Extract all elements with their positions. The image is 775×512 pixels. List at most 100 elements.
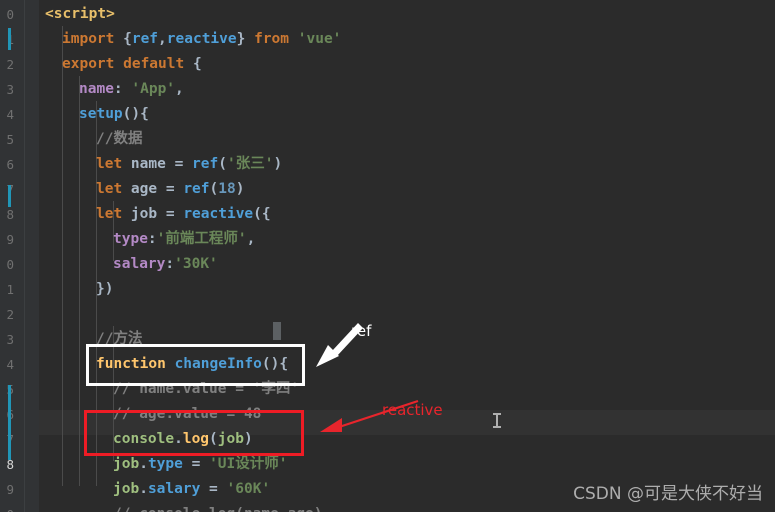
- code-token: .: [139, 456, 148, 472]
- code-token: age: [130, 181, 166, 197]
- code-token: //数据: [96, 131, 143, 147]
- code-token: ): [243, 431, 253, 447]
- code-token: 'App': [131, 81, 176, 97]
- code-token: export: [62, 56, 124, 72]
- code-line[interactable]: <script>: [45, 2, 115, 27]
- code-token: salary: [113, 256, 166, 272]
- line-number-gutter[interactable]: 0123456789012345678901: [0, 0, 24, 512]
- code-token: :: [113, 81, 132, 97]
- line-number: 1: [0, 27, 14, 52]
- ref-annotation-label: ref: [351, 322, 372, 340]
- line-number: 2: [6, 307, 14, 322]
- code-line[interactable]: job.salary = '60K': [113, 477, 270, 502]
- code-token: :: [165, 256, 175, 272]
- code-token: }: [236, 31, 255, 47]
- line-number: 5: [0, 377, 14, 402]
- code-token: default: [123, 56, 193, 72]
- code-token: job: [217, 431, 244, 447]
- code-token: name: [130, 156, 175, 172]
- code-line[interactable]: function changeInfo(){: [96, 352, 288, 377]
- code-token: import: [62, 31, 124, 47]
- code-token: ref: [131, 31, 159, 47]
- line-number: 2: [6, 57, 14, 72]
- line-number: 5: [6, 132, 14, 147]
- code-line[interactable]: // age.value = 48: [113, 402, 261, 427]
- code-line[interactable]: }): [96, 277, 113, 302]
- code-token: '张三': [226, 156, 274, 172]
- code-editor-screenshot: 0123456789012345678901 <script>import {r…: [0, 0, 775, 512]
- code-line[interactable]: //方法: [96, 327, 142, 352]
- line-number: 0: [0, 502, 14, 512]
- line-number: 8: [6, 457, 14, 472]
- code-token: .: [174, 431, 183, 447]
- code-token: let: [96, 156, 131, 172]
- code-token: type: [113, 231, 148, 247]
- code-line[interactable]: // console.log(name,age): [113, 502, 323, 512]
- code-token: changeInfo: [174, 356, 262, 372]
- code-line[interactable]: export default {: [62, 52, 202, 77]
- code-token: salary: [147, 481, 201, 497]
- code-line[interactable]: // name.value = '李四': [113, 377, 299, 402]
- code-token: '前端工程师': [156, 231, 247, 247]
- code-token: let: [96, 206, 131, 222]
- watermark-text: CSDN @可是大侠不好当: [573, 484, 763, 504]
- line-number: 9: [6, 482, 14, 497]
- code-token: // name.value = '李四': [113, 381, 300, 397]
- code-line[interactable]: //数据: [96, 127, 142, 152]
- code-token: log: [182, 431, 210, 447]
- code-line[interactable]: import {ref,reactive} from 'vue': [62, 27, 341, 52]
- indent-guide: [79, 76, 80, 486]
- text-caret: [273, 322, 281, 340]
- gutter-change-marker: [8, 28, 11, 50]
- code-token: (: [218, 156, 227, 172]
- code-line[interactable]: let age = ref(18): [96, 177, 244, 202]
- code-token: =: [165, 181, 184, 197]
- code-token: ,: [246, 231, 256, 247]
- code-token: reactive: [183, 206, 254, 222]
- code-token: 'vue': [297, 31, 342, 47]
- code-line[interactable]: setup(){: [79, 102, 149, 127]
- line-number: 9: [6, 232, 14, 247]
- code-line[interactable]: type:'前端工程师',: [113, 227, 255, 252]
- code-token: '30K': [174, 256, 218, 272]
- line-number: 8: [6, 207, 14, 222]
- line-number: 4: [6, 107, 14, 122]
- line-number: 3: [6, 332, 14, 347]
- line-number: 0: [6, 257, 14, 272]
- code-token: //方法: [96, 331, 143, 347]
- line-number: 6: [0, 402, 14, 427]
- code-token: ref: [192, 156, 219, 172]
- code-token: ({: [253, 206, 271, 222]
- code-token: :: [147, 231, 157, 247]
- code-folding-column[interactable]: [25, 0, 39, 512]
- code-token: type: [147, 456, 183, 472]
- code-token: (){: [261, 356, 289, 372]
- code-line[interactable]: salary:'30K': [113, 252, 218, 277]
- code-token: ref: [183, 181, 210, 197]
- code-token: console: [113, 431, 175, 447]
- code-token: {: [123, 31, 132, 47]
- code-token: ): [273, 156, 283, 172]
- code-token: .: [139, 481, 148, 497]
- code-token: 'UI设计师': [209, 456, 288, 472]
- code-line[interactable]: let name = ref('张三'): [96, 152, 282, 177]
- code-token: =: [200, 481, 227, 497]
- code-token: }): [96, 281, 114, 297]
- code-token: job: [113, 481, 140, 497]
- line-number: 3: [6, 82, 14, 97]
- code-line[interactable]: console.log(job): [113, 427, 253, 452]
- indent-guide: [62, 26, 63, 486]
- code-token: (: [209, 181, 219, 197]
- code-line[interactable]: name: 'App',: [79, 77, 184, 102]
- gutter-change-marker: [8, 385, 11, 460]
- code-token: =: [174, 156, 193, 172]
- code-token: from: [254, 31, 298, 47]
- line-number: 1: [6, 282, 14, 297]
- code-line[interactable]: let job = reactive({: [96, 202, 271, 227]
- code-token: job: [113, 456, 140, 472]
- code-token: =: [165, 206, 184, 222]
- line-number: 0: [6, 7, 14, 22]
- line-number: 6: [6, 157, 14, 172]
- code-token: (: [209, 431, 218, 447]
- code-line[interactable]: job.type = 'UI设计师': [113, 452, 287, 477]
